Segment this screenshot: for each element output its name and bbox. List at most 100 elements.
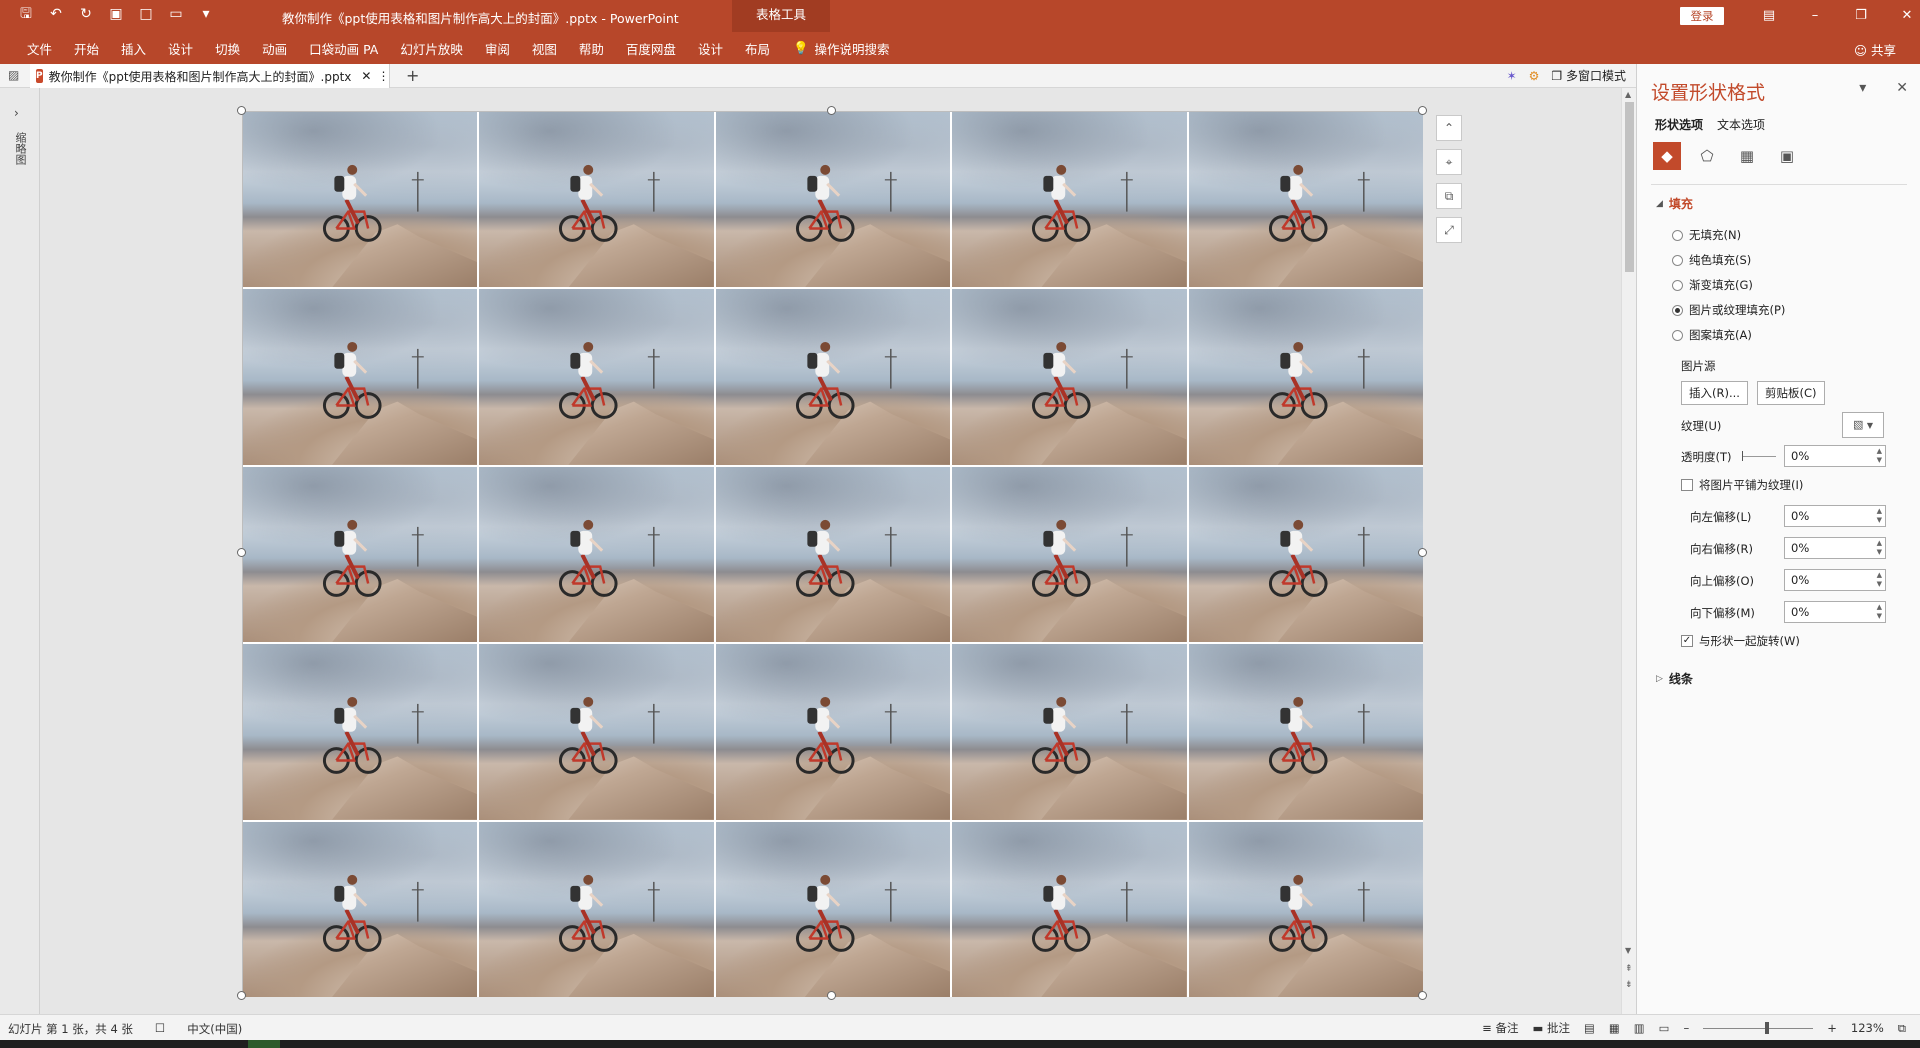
radio-solid-fill[interactable]: 纯色填充(S)	[1672, 252, 1751, 268]
table-cell-picture[interactable]	[243, 112, 478, 288]
open-icon[interactable]: ▭	[168, 6, 184, 22]
fill-section-header[interactable]: ◢ 填充	[1656, 195, 1693, 212]
tab-text-options[interactable]: 文本选项	[1717, 116, 1765, 133]
gear-icon[interactable]: ⚙	[1529, 69, 1540, 83]
reading-view-icon[interactable]: ▥	[1634, 1021, 1645, 1035]
previous-slide-icon[interactable]: ⇞	[1625, 964, 1633, 974]
radio-gradient-fill[interactable]: 渐变填充(G)	[1672, 277, 1753, 293]
redo-icon[interactable]: ↻	[78, 6, 94, 22]
tab-animations[interactable]: 动画	[251, 39, 298, 58]
zoom-slider[interactable]	[1703, 1021, 1814, 1034]
table-cell-picture[interactable]	[1188, 821, 1423, 997]
insert-picture-button[interactable]: 插入(R)...	[1681, 381, 1748, 405]
vertical-scrollbar[interactable]: ▲ ▼ ⇞ ⇟	[1621, 88, 1636, 1014]
accessibility-icon[interactable]: ☐	[155, 1021, 165, 1037]
offset-right-input[interactable]: 0% ▲ ▼	[1784, 537, 1886, 559]
new-icon[interactable]: □	[138, 6, 154, 22]
table-cell-picture[interactable]	[952, 112, 1187, 288]
zoom-out-icon[interactable]: –	[1684, 1021, 1690, 1035]
radio-pattern-fill[interactable]: 图案填充(A)	[1672, 327, 1752, 343]
table-cell-picture[interactable]	[715, 821, 951, 997]
spin-arrows-icon[interactable]: ▲ ▼	[1877, 603, 1882, 621]
tab-design[interactable]: 设计	[157, 39, 204, 58]
tab-baidu-netdisk[interactable]: 百度网盘	[615, 39, 687, 58]
table-cell-picture[interactable]	[479, 289, 714, 465]
spin-arrows-icon[interactable]: ▲ ▼	[1877, 447, 1882, 465]
tab-slideshow[interactable]: 幻灯片放映	[389, 39, 474, 58]
taskbar-active-app[interactable]	[248, 1040, 280, 1048]
effects-icon[interactable]: ⬠	[1693, 142, 1721, 170]
language-indicator[interactable]: 中文(中国)	[187, 1021, 242, 1037]
table-cell-picture[interactable]	[1188, 112, 1423, 288]
tab-pocket-animation[interactable]: 口袋动画 PA	[298, 39, 389, 58]
zoom-in-icon[interactable]: +	[1827, 1021, 1837, 1035]
tab-review[interactable]: 审阅	[474, 39, 521, 58]
table-cell-picture[interactable]	[479, 821, 714, 997]
expand-thumbnails-icon[interactable]: ›	[14, 106, 19, 120]
table-cell-picture[interactable]	[243, 644, 478, 820]
table-cell-picture[interactable]	[243, 821, 478, 997]
table-cell-picture[interactable]	[1188, 466, 1423, 643]
slideshow-icon[interactable]: ▣	[108, 6, 124, 22]
zoom-level[interactable]: 123%	[1851, 1021, 1884, 1035]
resize-handle-ml[interactable]	[237, 548, 246, 557]
spin-arrows-icon[interactable]: ▲ ▼	[1877, 571, 1882, 589]
align-icon[interactable]: ⌖	[1436, 149, 1462, 175]
radio-no-fill[interactable]: 无填充(N)	[1672, 227, 1741, 243]
slide-counter[interactable]: 幻灯片 第 1 张，共 4 张	[8, 1021, 133, 1037]
next-slide-icon[interactable]: ⇟	[1625, 980, 1633, 990]
fill-line-icon[interactable]: ◆	[1653, 142, 1681, 170]
login-button[interactable]: 登录	[1680, 7, 1724, 25]
comments-button[interactable]: ▬ 批注	[1532, 1020, 1570, 1036]
table-cell-picture[interactable]	[715, 466, 951, 643]
table-cell-picture[interactable]	[715, 289, 951, 465]
transparency-slider[interactable]	[1742, 451, 1776, 461]
tab-table-design[interactable]: 设计	[687, 39, 734, 58]
thumbnails-label[interactable]: 缩略图	[12, 132, 28, 165]
scroll-thumb[interactable]	[1625, 102, 1634, 272]
collapse-up-icon[interactable]: ⌃	[1436, 115, 1462, 141]
fit-slide-icon[interactable]: ⧉	[1898, 1021, 1906, 1036]
notes-button[interactable]: ≡ 备注	[1482, 1020, 1518, 1036]
scroll-down-icon[interactable]: ▼	[1625, 946, 1631, 955]
ribbon-display-icon[interactable]: ▤	[1746, 0, 1792, 32]
table-cell-picture[interactable]	[952, 644, 1187, 820]
picture-icon[interactable]: ▣	[1773, 142, 1801, 170]
slide-sorter-icon[interactable]: ▦	[1609, 1021, 1620, 1035]
picture-table[interactable]	[243, 112, 1423, 997]
table-cell-picture[interactable]	[479, 644, 714, 820]
radio-picture-fill[interactable]: 图片或纹理填充(P)	[1672, 302, 1785, 318]
transparency-input[interactable]: 0% ▲ ▼	[1784, 445, 1886, 467]
offset-bottom-input[interactable]: 0% ▲ ▼	[1784, 601, 1886, 623]
resize-handle-bl[interactable]	[237, 991, 246, 1000]
table-cell-picture[interactable]	[243, 466, 478, 643]
tab-transitions[interactable]: 切换	[204, 39, 251, 58]
table-cell-picture[interactable]	[952, 466, 1187, 643]
scroll-up-icon[interactable]: ▲	[1625, 90, 1631, 99]
pane-options-icon[interactable]: ▾	[1859, 80, 1866, 96]
table-cell-picture[interactable]	[243, 289, 478, 465]
resize-handle-bm[interactable]	[827, 991, 836, 1000]
resize-handle-br[interactable]	[1418, 991, 1427, 1000]
offset-top-input[interactable]: 0% ▲ ▼	[1784, 569, 1886, 591]
texture-dropdown[interactable]: ▧ ▼	[1842, 412, 1884, 438]
crop-icon[interactable]: ⤢	[1436, 217, 1462, 243]
undo-icon[interactable]: ↶	[48, 6, 64, 22]
tab-home[interactable]: 开始	[63, 39, 110, 58]
table-cell-picture[interactable]	[715, 112, 951, 288]
clipboard-button[interactable]: 剪贴板(C)	[1757, 381, 1825, 405]
restore-icon[interactable]: ❐	[1838, 0, 1884, 32]
slide[interactable]	[242, 111, 1423, 997]
table-cell-picture[interactable]	[1188, 644, 1423, 820]
table-cell-picture[interactable]	[952, 289, 1187, 465]
close-tab-icon[interactable]: ✕	[361, 69, 371, 83]
tab-shape-options[interactable]: 形状选项	[1655, 116, 1703, 133]
table-cell-picture[interactable]	[952, 821, 1187, 997]
new-tab-icon[interactable]: +	[406, 66, 419, 85]
slideshow-view-icon[interactable]: ▭	[1659, 1021, 1670, 1035]
table-cell-picture[interactable]	[1188, 289, 1423, 465]
table-cell-picture[interactable]	[715, 644, 951, 820]
resize-handle-tm[interactable]	[827, 106, 836, 115]
size-properties-icon[interactable]: ▦	[1733, 142, 1761, 170]
spin-arrows-icon[interactable]: ▲ ▼	[1877, 507, 1882, 525]
